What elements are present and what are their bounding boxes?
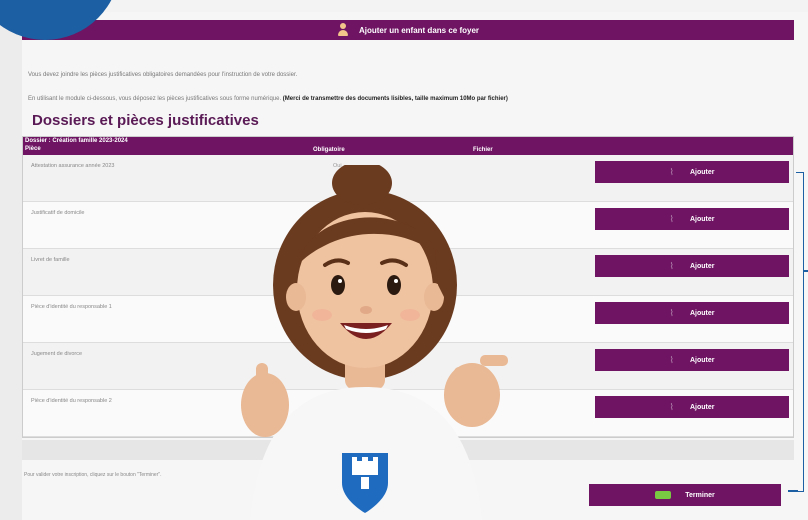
column-piece: Pièce [25,146,41,152]
row-piece: Pièce d'identité du responsable 1 [31,304,112,310]
add-file-button[interactable]: ⌇ Ajouter [595,302,789,324]
add-file-button[interactable]: ⌇ Ajouter [595,161,789,183]
row-piece: Livret de famille [31,257,70,263]
woman-character-illustration [241,165,508,520]
add-file-button[interactable]: ⌇ Ajouter [595,396,789,418]
paperclip-icon: ⌇ [669,401,674,412]
finish-button[interactable]: Terminer [589,484,781,506]
row-piece: Jugement de divorce [31,351,83,357]
intro-text-2: En utilisant le module ci-dessous, vous … [28,96,508,102]
row-piece: Pièce d'identité du responsable 2 [31,398,112,404]
left-decoration [0,0,22,520]
intro-text-2-bold: (Merci de transmettre des documents lisi… [282,96,508,102]
user-icon [337,23,349,37]
add-file-label: Ajouter [689,309,715,317]
paperclip-icon: ⌇ [669,166,674,177]
add-child-button[interactable]: Ajouter un enfant dans ce foyer [22,20,794,40]
finish-label: Terminer [685,491,715,499]
column-obligatoire: Obligatoire [313,147,345,153]
dossier-label: Dossier : Création famille 2023-2024 [25,138,128,144]
add-file-label: Ajouter [689,168,715,176]
paperclip-icon: ⌇ [669,354,674,365]
add-file-button[interactable]: ⌇ Ajouter [595,208,789,230]
add-file-label: Ajouter [689,403,715,411]
add-file-button[interactable]: ⌇ Ajouter [595,255,789,277]
paperclip-icon: ⌇ [669,307,674,318]
add-file-button[interactable]: ⌇ Ajouter [595,349,789,371]
paperclip-icon: ⌇ [669,260,674,271]
add-file-label: Ajouter [689,262,715,270]
add-file-label: Ajouter [689,215,715,223]
callout-bracket-tick-bottom [788,490,798,492]
add-child-label: Ajouter un enfant dans ce foyer [358,25,480,35]
arrow-icon [655,491,672,499]
row-piece: Attestation assurance année 2023 [31,163,115,169]
callout-bracket-tick [804,270,808,272]
footer-note: Pour valider votre inscription, cliquez … [24,472,162,478]
callout-bracket [796,172,804,492]
column-fichier: Fichier [473,147,493,153]
intro-text-2-plain: En utilisant le module ci-dessous, vous … [28,96,282,102]
paperclip-icon: ⌇ [669,213,674,224]
add-file-label: Ajouter [689,356,715,364]
table-header: Dossier : Création famille 2023-2024 Piè… [23,137,793,155]
section-title: Dossiers et pièces justificatives [32,112,259,129]
intro-text: Vous devez joindre les pièces justificat… [28,72,298,78]
row-piece: Justificatif de domicile [31,210,85,216]
